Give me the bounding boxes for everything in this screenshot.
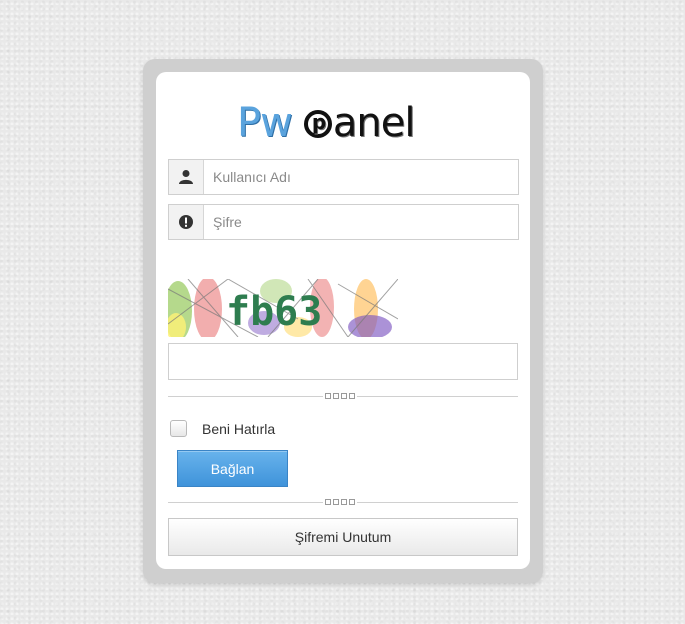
captcha-image: fb63: [168, 279, 398, 337]
logo: Pwanel: [237, 100, 416, 146]
divider-dots: [323, 499, 357, 505]
captcha-input[interactable]: [168, 343, 518, 380]
remember-checkbox[interactable]: [170, 420, 187, 437]
password-input[interactable]: [204, 205, 518, 239]
logo-panel-text: anel: [303, 100, 416, 146]
remember-me: Beni Hatırla: [170, 420, 275, 437]
logo-pw-text: Pw: [237, 100, 293, 146]
remember-label[interactable]: Beni Hatırla: [202, 421, 275, 437]
logo-panel-rest: anel: [332, 100, 416, 146]
divider-dots: [323, 393, 357, 399]
user-icon: [169, 160, 204, 194]
password-field: [168, 204, 519, 240]
captcha-text: fb63: [226, 289, 322, 335]
logo-p-icon: [303, 110, 332, 138]
exclamation-circle-icon: [169, 205, 204, 239]
username-input[interactable]: [204, 160, 518, 194]
divider: [168, 499, 518, 505]
login-button[interactable]: Bağlan: [177, 450, 288, 487]
username-field: [168, 159, 519, 195]
forgot-password-button[interactable]: Şifremi Unutum: [168, 518, 518, 556]
divider: [168, 393, 518, 399]
